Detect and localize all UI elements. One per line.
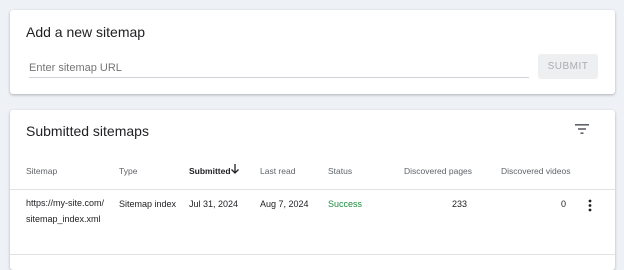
discovered-videos-cell: 0: [560, 199, 566, 209]
more-vert-icon[interactable]: [587, 199, 593, 212]
table-row[interactable]: https://my-site.com/sitemap_index.xml Si…: [10, 190, 615, 255]
column-header-submitted[interactable]: Submitted: [189, 166, 231, 176]
column-header-sitemap[interactable]: Sitemap: [26, 166, 57, 176]
add-sitemap-card: Add a new sitemap SUBMIT: [10, 10, 615, 94]
table-header: Sitemap Type Submitted Last read Status …: [10, 159, 615, 190]
status-cell: Success: [328, 199, 363, 209]
sitemap-url-input[interactable]: [29, 58, 529, 78]
last-read-cell: Aug 7, 2024: [260, 199, 309, 209]
arrow-down-icon[interactable]: [230, 163, 240, 175]
add-sitemap-title: Add a new sitemap: [26, 24, 146, 40]
type-cell: Sitemap index: [119, 199, 177, 209]
column-header-status[interactable]: Status: [328, 166, 352, 176]
column-header-type[interactable]: Type: [119, 166, 137, 176]
column-header-discovered-pages[interactable]: Discovered pages: [404, 166, 472, 176]
column-header-last-read[interactable]: Last read: [260, 166, 295, 176]
submitted-sitemaps-title: Submitted sitemaps: [26, 123, 149, 139]
submit-button[interactable]: SUBMIT: [538, 54, 598, 79]
column-header-discovered-videos[interactable]: Discovered videos: [501, 166, 570, 176]
submitted-date-cell: Jul 31, 2024: [189, 199, 239, 209]
submitted-sitemaps-card: Submitted sitemaps Sitemap Type Submitte…: [10, 110, 615, 270]
discovered-pages-cell: 233: [451, 199, 467, 209]
filter-list-icon[interactable]: [574, 122, 590, 136]
sitemap-url-cell[interactable]: https://my-site.com/sitemap_index.xml: [26, 195, 106, 227]
